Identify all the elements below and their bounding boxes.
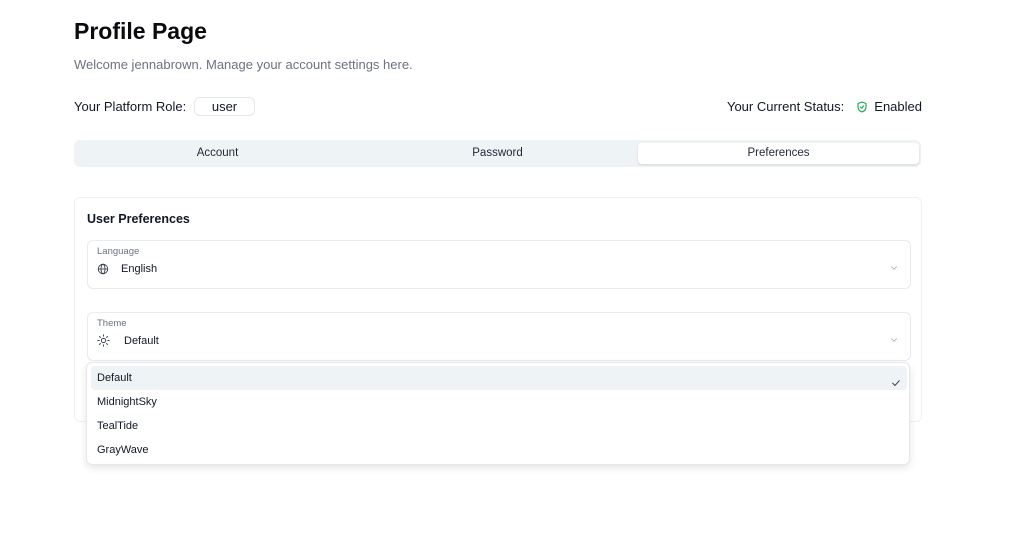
theme-option-default[interactable]: Default	[91, 366, 907, 390]
theme-option-graywave[interactable]: GrayWave	[91, 438, 907, 462]
chevron-down-icon	[889, 332, 899, 342]
option-label: Default	[97, 372, 132, 384]
status-indicator: Your Current Status: Enabled	[727, 99, 922, 114]
globe-icon	[97, 262, 109, 275]
theme-select[interactable]: Theme Default	[87, 312, 911, 361]
page-title: Profile Page	[74, 18, 207, 44]
tab-preferences[interactable]: Preferences	[638, 143, 919, 164]
card-title: User Preferences	[87, 212, 190, 226]
option-label: MidnightSky	[97, 396, 157, 408]
settings-tabs: Account Password Preferences	[74, 140, 921, 167]
check-icon	[891, 373, 901, 386]
shield-check-icon	[856, 100, 868, 113]
page-subtitle: Welcome jennabrown. Manage your account …	[74, 57, 413, 72]
option-label: TealTide	[97, 420, 139, 432]
theme-option-midnightsky[interactable]: MidnightSky	[91, 390, 907, 414]
role-label: Your Platform Role:	[74, 99, 187, 114]
status-value: Enabled	[874, 99, 922, 114]
tab-account[interactable]: Account	[77, 143, 358, 164]
language-select[interactable]: Language English	[87, 240, 911, 289]
theme-label: Theme	[97, 318, 127, 329]
theme-value: Default	[124, 335, 159, 347]
language-value: English	[121, 263, 158, 275]
sun-icon	[97, 334, 110, 347]
theme-dropdown-menu: Default MidnightSky TealTide GrayWave	[86, 362, 910, 465]
status-label: Your Current Status:	[726, 99, 845, 114]
option-label: GrayWave	[97, 444, 149, 456]
tab-password[interactable]: Password	[357, 143, 638, 164]
role-status-row: Your Platform Role: user Your Current St…	[74, 97, 922, 117]
chevron-down-icon	[889, 260, 899, 270]
theme-option-tealtide[interactable]: TealTide	[91, 414, 907, 438]
role-badge: user	[194, 97, 255, 116]
language-label: Language	[97, 246, 140, 257]
